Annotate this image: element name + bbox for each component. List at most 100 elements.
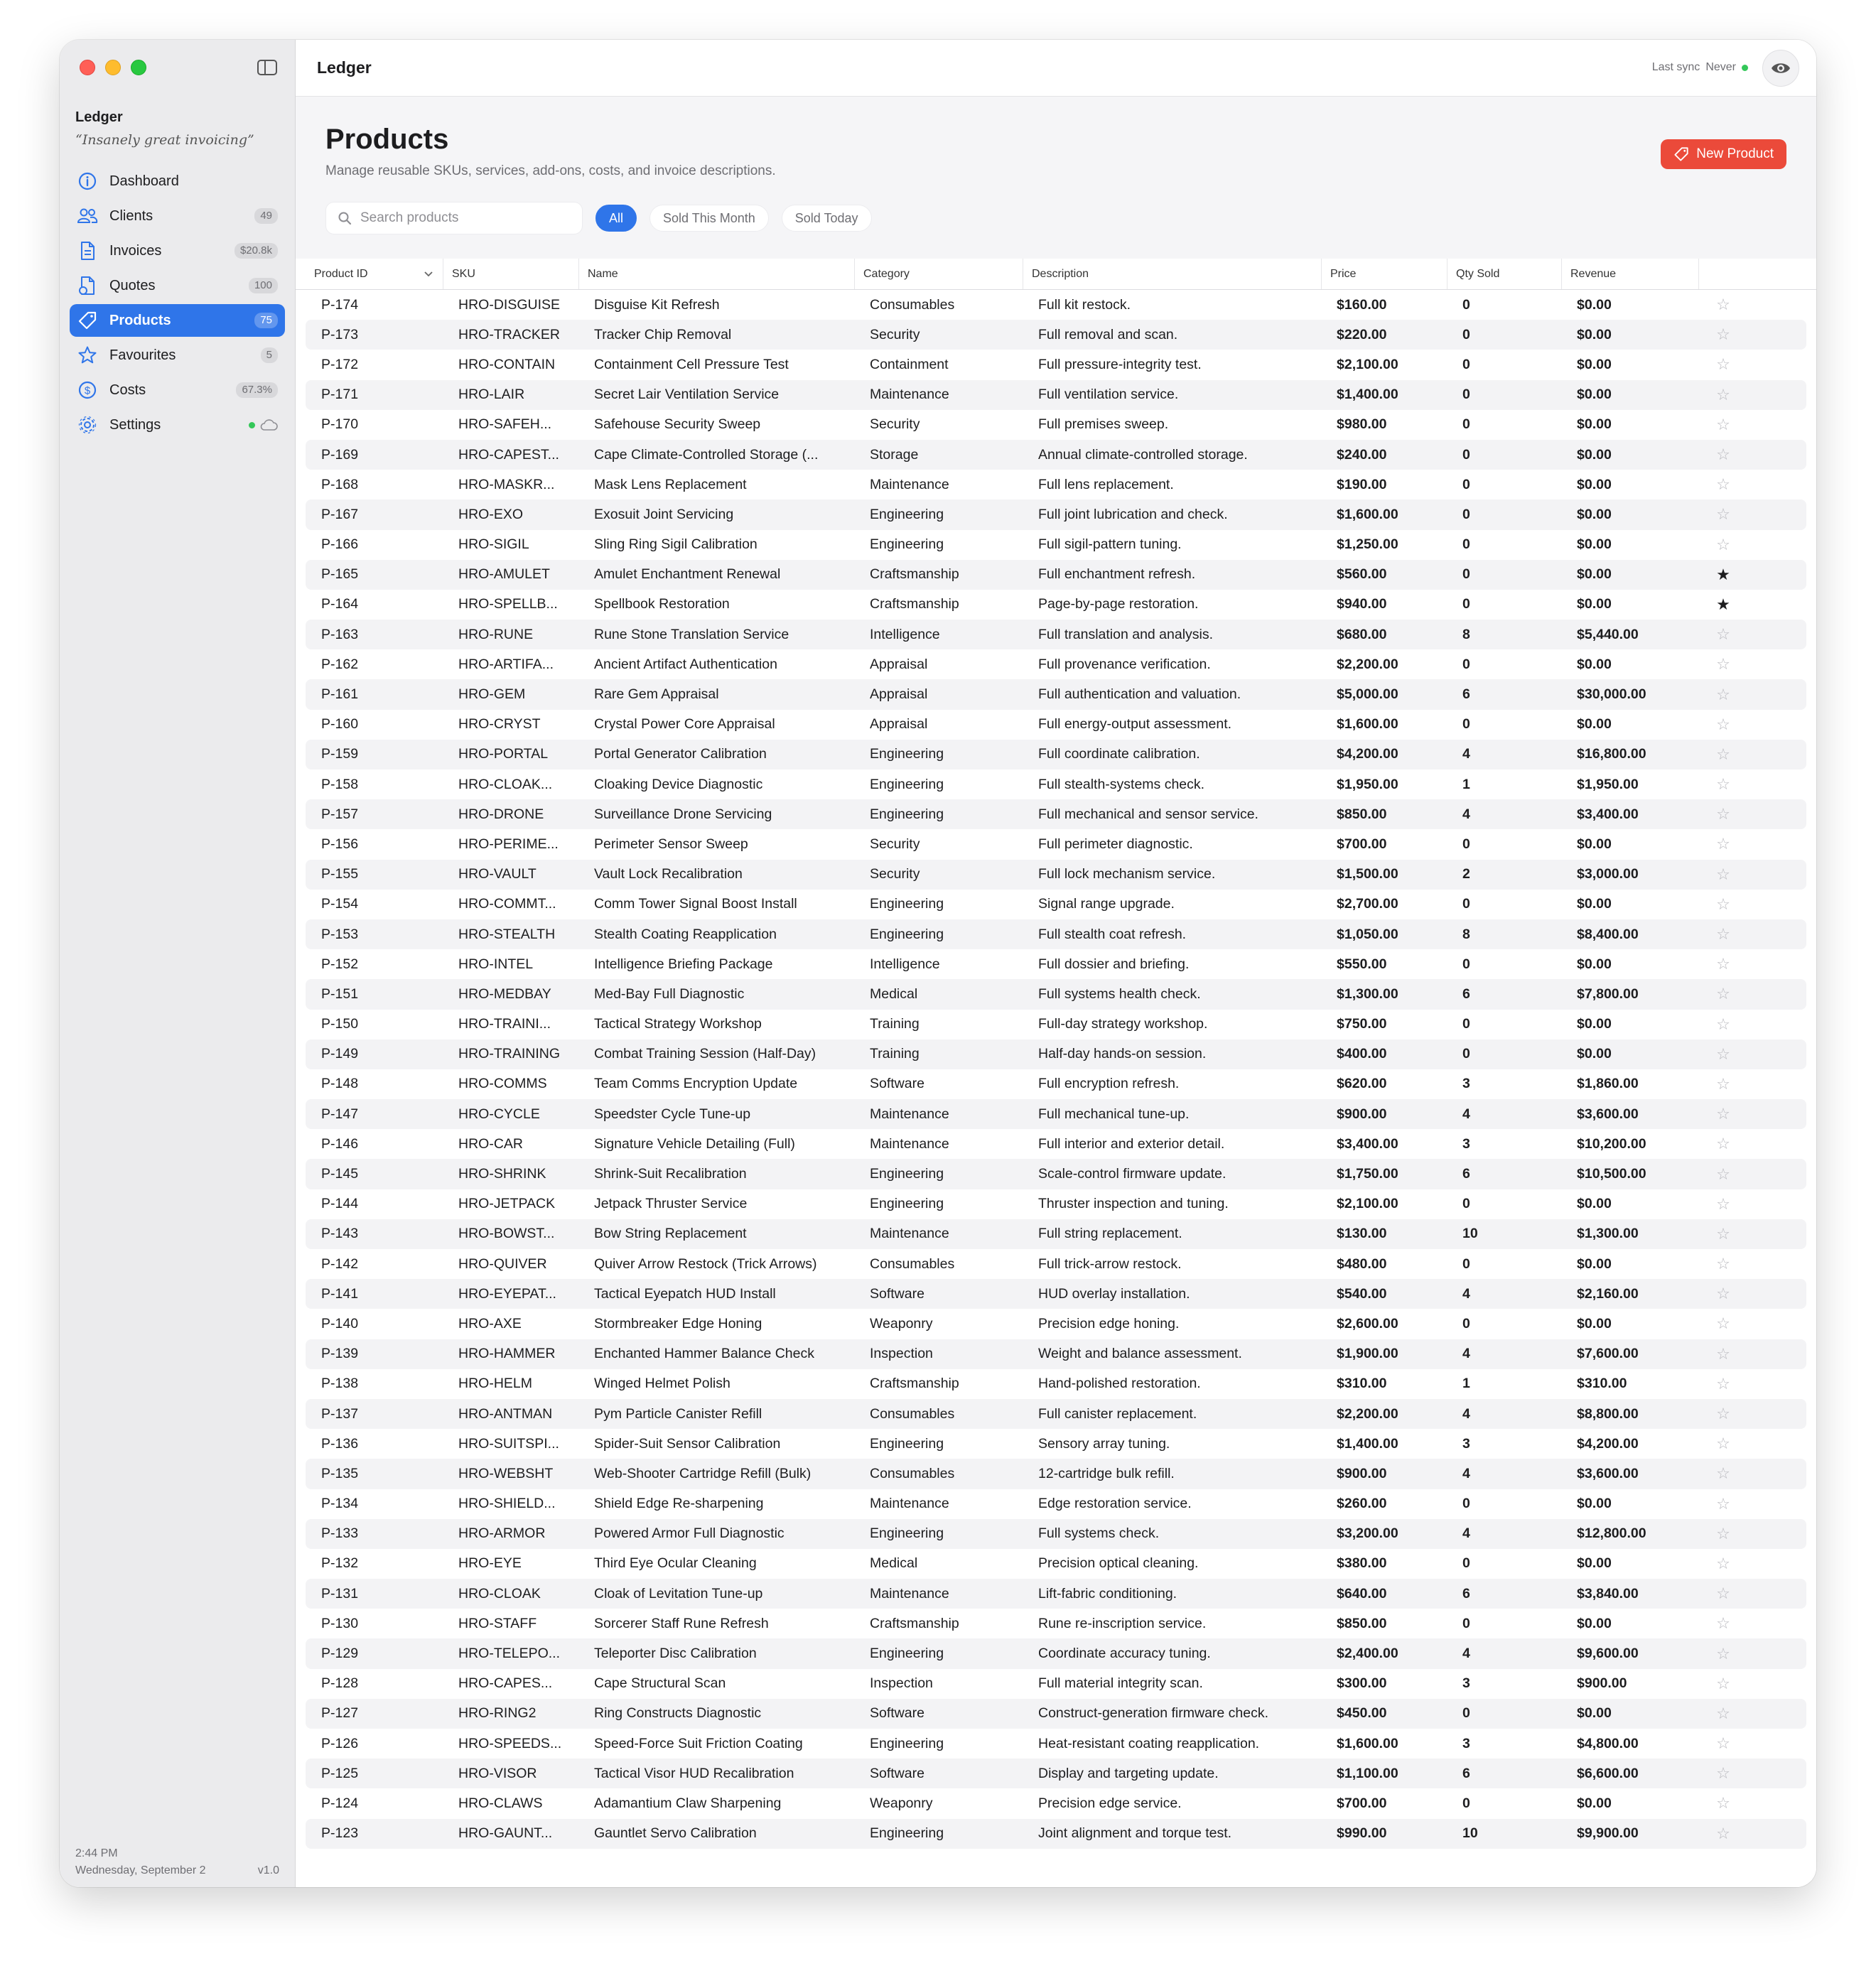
- table-row[interactable]: P-147 HRO-CYCLE Speedster Cycle Tune-up Mai…: [306, 1099, 1806, 1130]
- favourite-star-icon[interactable]: ☆: [1698, 1645, 1741, 1663]
- favourite-star-icon[interactable]: ☆: [1698, 1015, 1741, 1034]
- filter-sold-today[interactable]: Sold Today: [781, 205, 872, 232]
- favourite-star-icon[interactable]: ☆: [1698, 1375, 1741, 1393]
- table-row[interactable]: P-134 HRO-SHIELD... Shield Edge Re-sharpen…: [306, 1489, 1806, 1519]
- column-header-name[interactable]: Name: [578, 259, 854, 289]
- table-row[interactable]: P-145 HRO-SHRINK Shrink-Suit Recalibration…: [306, 1159, 1806, 1189]
- table-row[interactable]: P-157 HRO-DRONE Surveillance Drone Servici…: [306, 799, 1806, 830]
- column-header-revenue[interactable]: Revenue: [1561, 259, 1698, 289]
- sidebar-item-costs[interactable]: $ Costs 67.3%: [70, 374, 285, 406]
- favourite-star-icon[interactable]: ☆: [1698, 1225, 1741, 1243]
- favourite-star-filled-icon[interactable]: ★: [1698, 566, 1741, 584]
- sidebar-item-invoices[interactable]: Invoices $20.8k: [70, 234, 285, 267]
- favourite-star-icon[interactable]: ☆: [1698, 445, 1741, 464]
- favourite-star-icon[interactable]: ☆: [1698, 536, 1741, 554]
- favourite-star-icon[interactable]: ☆: [1698, 775, 1741, 794]
- minimize-window-button[interactable]: [105, 60, 121, 75]
- favourite-star-icon[interactable]: ☆: [1698, 805, 1741, 823]
- favourite-star-icon[interactable]: ☆: [1698, 1105, 1741, 1123]
- table-row[interactable]: P-163 HRO-RUNE Rune Stone Translation Serv…: [306, 620, 1806, 650]
- favourite-star-icon[interactable]: ☆: [1698, 296, 1741, 314]
- column-header-category[interactable]: Category: [854, 259, 1023, 289]
- table-row[interactable]: P-132 HRO-EYE Third Eye Ocular Cleaning Med…: [306, 1549, 1806, 1579]
- search-field[interactable]: [325, 202, 583, 234]
- table-row[interactable]: P-143 HRO-BOWST... Bow String Replacement M…: [306, 1219, 1806, 1249]
- favourite-star-icon[interactable]: ☆: [1698, 1345, 1741, 1363]
- table-row[interactable]: P-153 HRO-STEALTH Stealth Coating Reapplic…: [306, 919, 1806, 950]
- column-header-description[interactable]: Description: [1023, 259, 1321, 289]
- favourite-star-icon[interactable]: ☆: [1698, 625, 1741, 644]
- zoom-window-button[interactable]: [131, 60, 146, 75]
- favourite-star-icon[interactable]: ☆: [1698, 1195, 1741, 1214]
- sidebar-item-settings[interactable]: Settings: [70, 409, 285, 441]
- table-row[interactable]: P-171 HRO-LAIR Secret Lair Ventilation Ser…: [306, 379, 1806, 410]
- table-row[interactable]: P-155 HRO-VAULT Vault Lock Recalibration Se…: [306, 859, 1806, 890]
- column-header-product-id[interactable]: Product ID: [306, 259, 443, 289]
- favourite-star-icon[interactable]: ☆: [1698, 1614, 1741, 1633]
- favourite-star-icon[interactable]: ☆: [1698, 1764, 1741, 1783]
- table-row[interactable]: P-173 HRO-TRACKER Tracker Chip Removal Secu…: [306, 320, 1806, 350]
- favourite-star-icon[interactable]: ☆: [1698, 1285, 1741, 1303]
- table-row[interactable]: P-130 HRO-STAFF Sorcerer Staff Rune Refres…: [306, 1609, 1806, 1638]
- favourite-star-icon[interactable]: ☆: [1698, 1464, 1741, 1483]
- table-row[interactable]: P-174 HRO-DISGUISE Disguise Kit Refresh Con…: [306, 290, 1806, 320]
- favourite-star-icon[interactable]: ☆: [1698, 895, 1741, 914]
- favourite-star-icon[interactable]: ☆: [1698, 1495, 1741, 1513]
- table-row[interactable]: P-169 HRO-CAPEST... Cape Climate-Controlle…: [306, 439, 1806, 470]
- favourite-star-icon[interactable]: ☆: [1698, 925, 1741, 944]
- table-row[interactable]: P-156 HRO-PERIME... Perimeter Sensor Sweep…: [306, 829, 1806, 859]
- table-row[interactable]: P-161 HRO-GEM Rare Gem Appraisal Appraisal F…: [306, 679, 1806, 710]
- close-window-button[interactable]: [80, 60, 95, 75]
- table-row[interactable]: P-135 HRO-WEBSHT Web-Shooter Cartridge Ref…: [306, 1459, 1806, 1489]
- favourite-star-icon[interactable]: ☆: [1698, 1405, 1741, 1423]
- favourite-star-icon[interactable]: ☆: [1698, 745, 1741, 764]
- sidebar-toggle-button[interactable]: [252, 54, 283, 81]
- sidebar-item-quotes[interactable]: Quotes 100: [70, 269, 285, 302]
- column-header-price[interactable]: Price: [1321, 259, 1447, 289]
- preview-toggle-button[interactable]: [1762, 50, 1799, 87]
- table-row[interactable]: P-164 HRO-SPELLB... Spellbook Restoration C…: [306, 590, 1806, 620]
- table-row[interactable]: P-131 HRO-CLOAK Cloak of Levitation Tune-u…: [306, 1579, 1806, 1609]
- favourite-star-filled-icon[interactable]: ★: [1698, 595, 1741, 614]
- favourite-star-icon[interactable]: ☆: [1698, 1525, 1741, 1543]
- table-row[interactable]: P-141 HRO-EYEPAT... Tactical Eyepatch HUD …: [306, 1279, 1806, 1309]
- table-row[interactable]: P-154 HRO-COMMT... Comm Tower Signal Boost…: [306, 890, 1806, 919]
- favourite-star-icon[interactable]: ☆: [1698, 475, 1741, 494]
- table-row[interactable]: P-160 HRO-CRYST Crystal Power Core Apprais…: [306, 710, 1806, 740]
- favourite-star-icon[interactable]: ☆: [1698, 985, 1741, 1003]
- table-row[interactable]: P-129 HRO-TELEPO... Teleporter Disc Calibr…: [306, 1638, 1806, 1669]
- sidebar-item-products[interactable]: Products 75: [70, 304, 285, 337]
- table-row[interactable]: P-140 HRO-AXE Stormbreaker Edge Honing Weap…: [306, 1309, 1806, 1339]
- favourite-star-icon[interactable]: ☆: [1698, 955, 1741, 973]
- favourite-star-icon[interactable]: ☆: [1698, 1075, 1741, 1093]
- table-row[interactable]: P-139 HRO-HAMMER Enchanted Hammer Balance …: [306, 1339, 1806, 1369]
- table-row[interactable]: P-150 HRO-TRAINI... Tactical Strategy Work…: [306, 1010, 1806, 1039]
- favourite-star-icon[interactable]: ☆: [1698, 355, 1741, 374]
- favourite-star-icon[interactable]: ☆: [1698, 1734, 1741, 1753]
- sidebar-item-favourites[interactable]: Favourites 5: [70, 339, 285, 372]
- column-header-qty-sold[interactable]: Qty Sold: [1447, 259, 1561, 289]
- favourite-star-icon[interactable]: ☆: [1698, 1555, 1741, 1573]
- favourite-star-icon[interactable]: ☆: [1698, 1314, 1741, 1333]
- table-row[interactable]: P-125 HRO-VISOR Tactical Visor HUD Recalib…: [306, 1759, 1806, 1789]
- favourite-star-icon[interactable]: ☆: [1698, 1255, 1741, 1273]
- table-row[interactable]: P-123 HRO-GAUNT... Gauntlet Servo Calibrat…: [306, 1818, 1806, 1849]
- table-row[interactable]: P-170 HRO-SAFEH... Safehouse Security Swee…: [306, 410, 1806, 440]
- favourite-star-icon[interactable]: ☆: [1698, 655, 1741, 674]
- filter-all[interactable]: All: [595, 205, 637, 232]
- favourite-star-icon[interactable]: ☆: [1698, 835, 1741, 853]
- table-row[interactable]: P-133 HRO-ARMOR Powered Armor Full Diagnos…: [306, 1518, 1806, 1549]
- favourite-star-icon[interactable]: ☆: [1698, 325, 1741, 344]
- search-input[interactable]: [360, 210, 559, 226]
- favourite-star-icon[interactable]: ☆: [1698, 686, 1741, 704]
- favourite-star-icon[interactable]: ☆: [1698, 1135, 1741, 1153]
- favourite-star-icon[interactable]: ☆: [1698, 1045, 1741, 1064]
- table-row[interactable]: P-137 HRO-ANTMAN Pym Particle Canister Ref…: [306, 1398, 1806, 1430]
- table-row[interactable]: P-144 HRO-JETPACK Jetpack Thruster Service…: [306, 1189, 1806, 1219]
- favourite-star-icon[interactable]: ☆: [1698, 1794, 1741, 1813]
- filter-sold-this-month[interactable]: Sold This Month: [649, 205, 769, 232]
- table-row[interactable]: P-165 HRO-AMULET Amulet Enchantment Renewa…: [306, 559, 1806, 590]
- table-row[interactable]: P-126 HRO-SPEEDS... Speed-Force Suit Frict…: [306, 1729, 1806, 1759]
- table-row[interactable]: P-167 HRO-EXO Exosuit Joint Servicing Engin…: [306, 499, 1806, 530]
- favourite-star-icon[interactable]: ☆: [1698, 416, 1741, 434]
